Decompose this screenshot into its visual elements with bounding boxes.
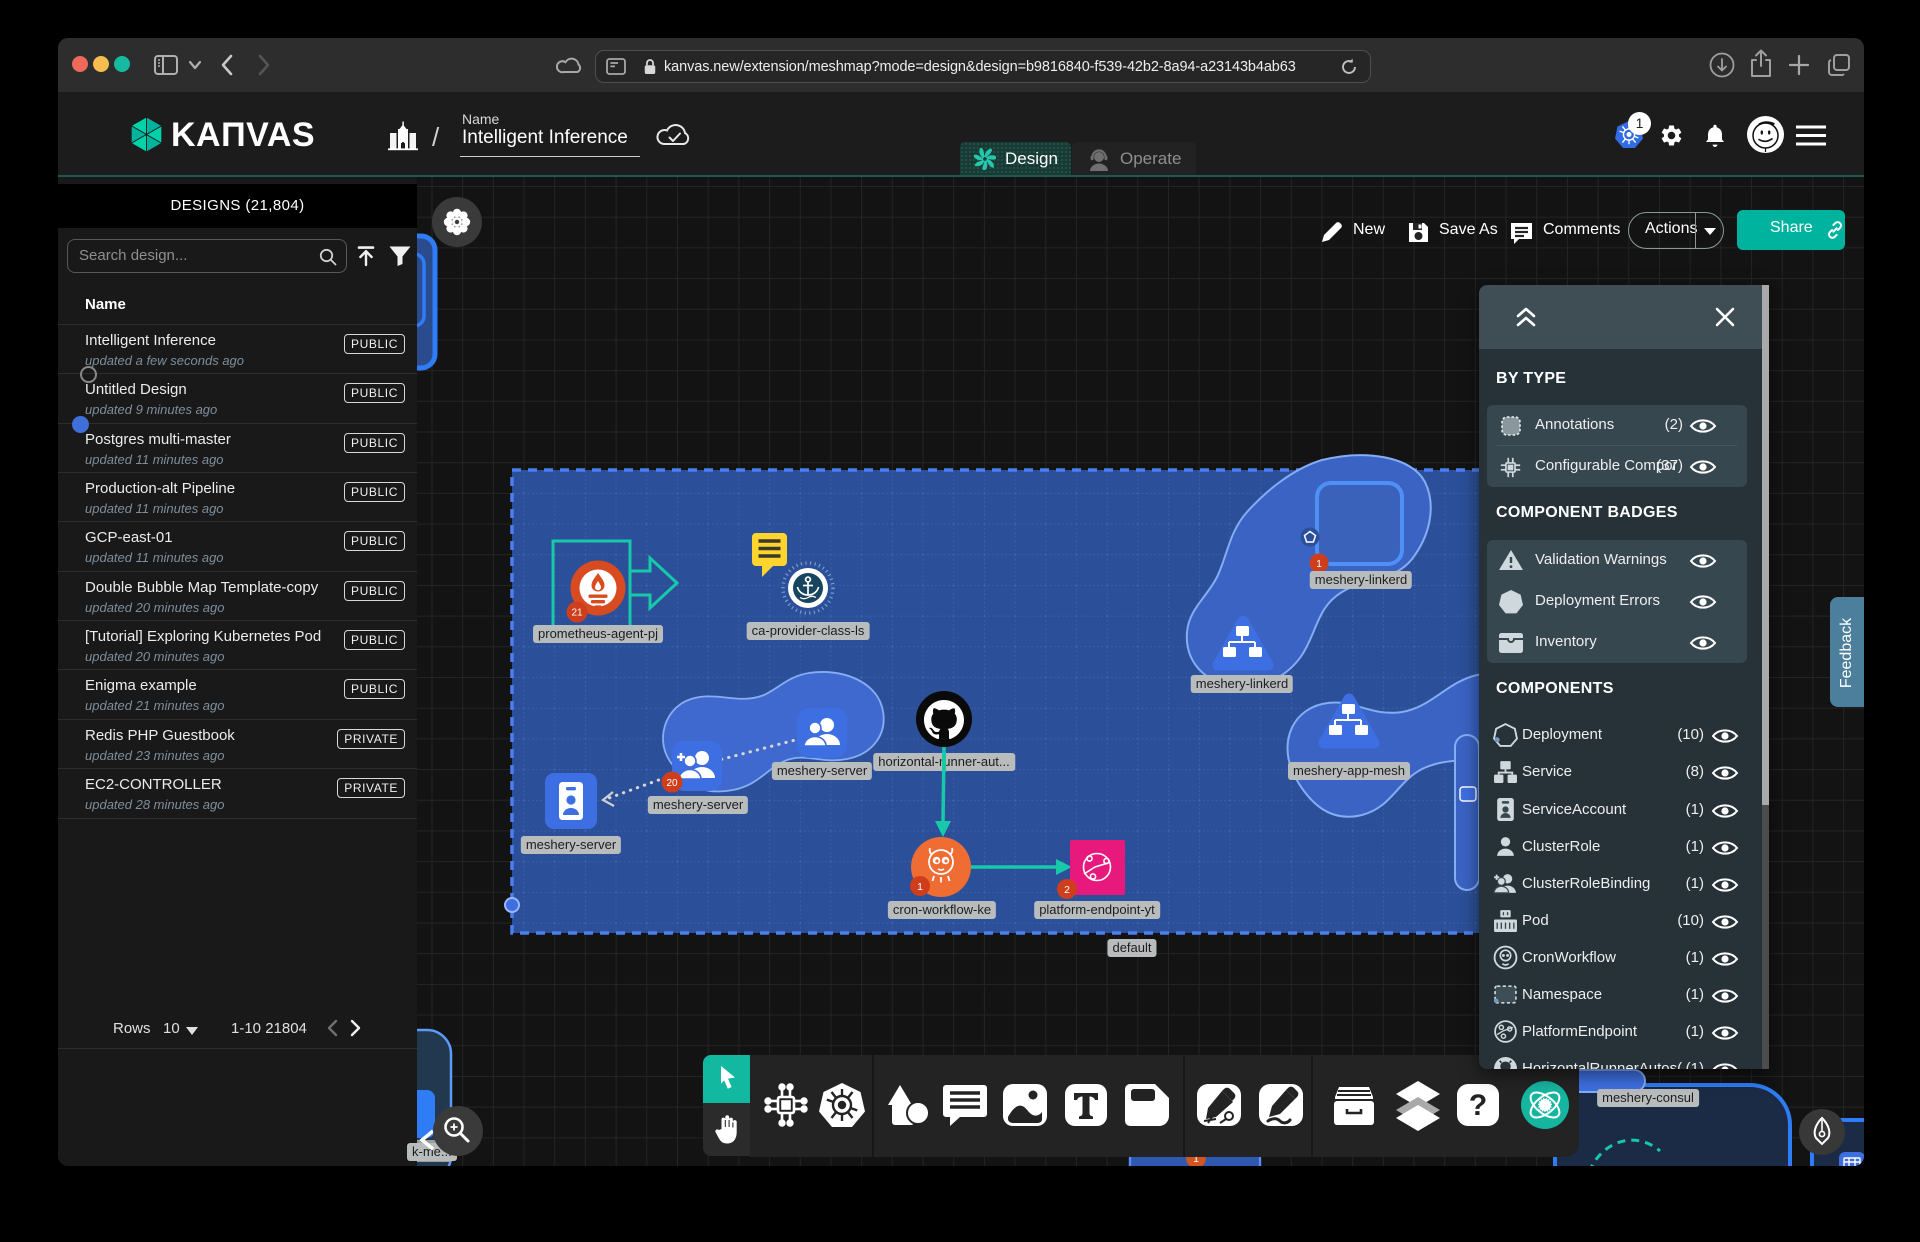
svg-text:?: ?: [1469, 1089, 1487, 1122]
svg-text:1: 1: [1316, 559, 1322, 570]
svg-text:21: 21: [571, 608, 583, 619]
svg-text:2: 2: [1064, 884, 1070, 896]
svg-text:20: 20: [666, 778, 678, 789]
svg-text:1: 1: [917, 881, 923, 893]
